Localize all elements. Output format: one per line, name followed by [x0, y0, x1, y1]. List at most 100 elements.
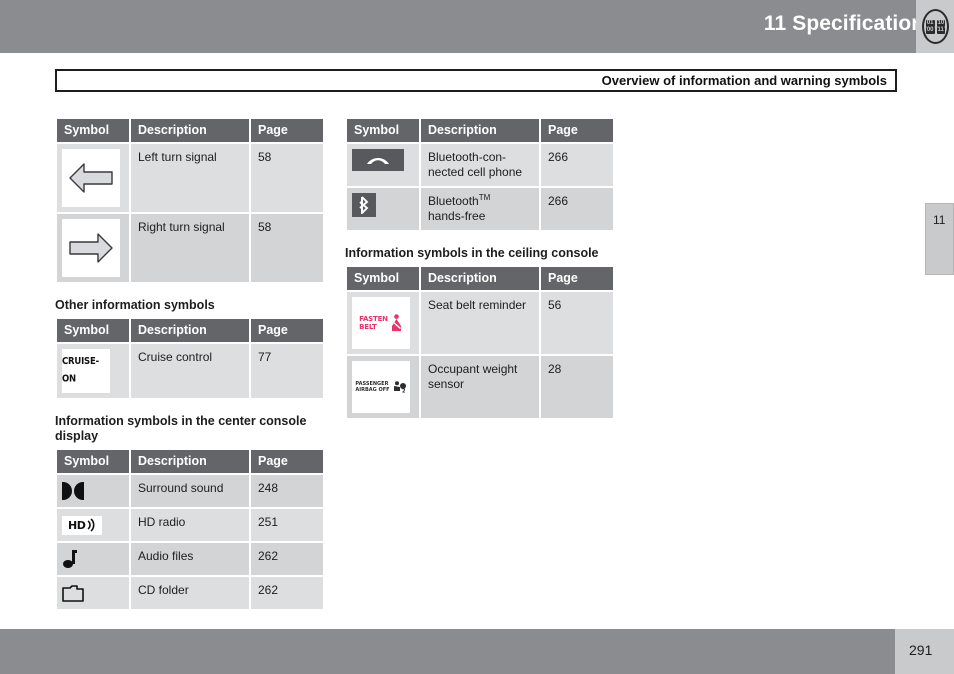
symbol-cell — [57, 144, 129, 212]
table-row: PASSENGER AIRBAG OFF 2 Occupant weight se… — [347, 356, 613, 418]
symbol-cell: HD — [57, 509, 129, 541]
col-header-description: Description — [131, 319, 249, 342]
description-cell: Audio files — [131, 543, 249, 575]
col-header-description: Description — [131, 119, 249, 142]
phone-handset-glyph — [367, 158, 389, 164]
symbol-cell — [57, 543, 129, 575]
description-cell: Left turn signal — [131, 144, 249, 212]
right-turn-arrow-icon — [62, 219, 120, 277]
airbag-label-line2: AIRBAG OFF — [355, 387, 390, 393]
ceiling-console-table: Symbol Description Page FASTEN BELT Seat… — [345, 265, 615, 420]
music-note-glyph — [63, 550, 77, 568]
col-header-symbol: Symbol — [57, 119, 129, 142]
table-row: CD folder 262 — [57, 577, 323, 609]
symbol-cell — [347, 188, 419, 230]
passenger-airbag-off-glyph: PASSENGER AIRBAG OFF 2 — [355, 381, 406, 393]
passenger-airbag-off-icon: PASSENGER AIRBAG OFF 2 — [352, 361, 410, 413]
page-cell: 28 — [541, 356, 613, 418]
radio-waves-glyph — [87, 518, 95, 532]
right-arrow-glyph — [69, 233, 113, 263]
col-header-symbol: Symbol — [57, 450, 129, 473]
folder-icon — [62, 582, 118, 604]
center-console-display-table: Symbol Description Page Surround sound 2… — [55, 448, 325, 611]
table-header-row: Symbol Description Page — [347, 267, 613, 290]
symbol-cell: PASSENGER AIRBAG OFF 2 — [347, 356, 419, 418]
symbol-cell — [57, 475, 129, 507]
col-header-page: Page — [251, 450, 323, 473]
page-number: 291 — [909, 642, 933, 658]
left-arrow-glyph — [69, 163, 113, 193]
description-cell: Seat belt reminder — [421, 292, 539, 354]
fasten-belt-label-line1: FASTEN — [359, 315, 388, 323]
description-line-2: nected cell phone — [428, 165, 523, 179]
description-cell: Occupant weight sensor — [421, 356, 539, 418]
table-row: Bluetooth-con-nected cell phone 266 — [347, 144, 613, 186]
page-cell: 58 — [251, 214, 323, 282]
cruise-on-icon: CRUISE-ON — [62, 349, 110, 393]
page-cell: 262 — [251, 577, 323, 609]
col-header-page: Page — [541, 267, 613, 290]
chapter-side-tab: 11 — [925, 203, 954, 275]
section-title-box: Overview of information and warning symb… — [55, 69, 897, 92]
fasten-belt-glyph: FASTEN BELT — [359, 314, 403, 332]
col-header-symbol: Symbol — [57, 319, 129, 342]
hd-radio-label: HD — [68, 518, 86, 532]
badge-cell-3: 00 — [925, 26, 935, 34]
badge-cell-1: 01 — [925, 19, 935, 27]
col-header-description: Description — [421, 119, 539, 142]
table-row: BluetoothTM hands-free 266 — [347, 188, 613, 230]
description-line-1: Bluetooth-con- — [428, 150, 507, 164]
table-row: CRUISE-ON Cruise control 77 — [57, 344, 323, 398]
description-cell: HD radio — [131, 509, 249, 541]
page-number-box: 291 — [895, 629, 954, 674]
phone-handset-icon — [352, 149, 404, 171]
symbol-cell: FASTEN BELT — [347, 292, 419, 354]
description-cell: Bluetooth-con-nected cell phone — [421, 144, 539, 186]
col-header-page: Page — [251, 319, 323, 342]
col-header-description: Description — [421, 267, 539, 290]
symbol-cell — [57, 577, 129, 609]
table-header-row: Symbol Description Page — [57, 119, 323, 142]
table-row: Surround sound 248 — [57, 475, 323, 507]
description-line-2: hands-free — [428, 209, 486, 223]
left-column: Symbol Description Page Left turn signal — [55, 117, 323, 611]
chapter-title: 11 Specifications — [763, 12, 936, 35]
description-cell: CD folder — [131, 577, 249, 609]
page-cell: 266 — [541, 144, 613, 186]
badge-cell-4: 11 — [936, 26, 946, 34]
left-turn-arrow-icon — [62, 149, 120, 207]
symbol-cell — [57, 214, 129, 282]
page-cell: 58 — [251, 144, 323, 212]
hd-radio-glyph: HD — [62, 515, 103, 535]
col-header-symbol: Symbol — [347, 267, 419, 290]
page-cell: 262 — [251, 543, 323, 575]
hd-radio-icon: HD — [62, 514, 118, 536]
bluetooth-glyph — [359, 196, 369, 214]
page-cell: 56 — [541, 292, 613, 354]
fasten-belt-label-line2: BELT — [359, 323, 377, 331]
folder-glyph — [62, 585, 84, 602]
table-row: FASTEN BELT Seat belt reminder 56 — [347, 292, 613, 354]
table-row: HD HD radio 251 — [57, 509, 323, 541]
fasten-belt-icon: FASTEN BELT — [352, 297, 410, 349]
description-cell: BluetoothTM hands-free — [421, 188, 539, 230]
badge-cell-2: 10 — [936, 19, 946, 27]
page-cell: 251 — [251, 509, 323, 541]
manual-page: 11 Specifications 01 10 00 11 Overview o… — [0, 0, 954, 674]
description-cell: Surround sound — [131, 475, 249, 507]
table-row: Left turn signal 58 — [57, 144, 323, 212]
trademark-mark: TM — [478, 193, 491, 202]
page-cell: 77 — [251, 344, 323, 398]
symbol-cell: CRUISE-ON — [57, 344, 129, 398]
music-note-icon — [62, 548, 118, 570]
col-header-page: Page — [251, 119, 323, 142]
fasten-belt-label: FASTEN BELT — [359, 315, 388, 331]
bluetooth-icon — [352, 193, 376, 217]
description-cell: Cruise control — [131, 344, 249, 398]
dolby-glyph — [62, 482, 84, 500]
description-cell: Right turn signal — [131, 214, 249, 282]
other-information-symbols-table: Symbol Description Page CRUISE-ON Cruise… — [55, 317, 325, 400]
chapter-badge-icon: 01 10 00 11 — [922, 9, 949, 44]
right-column: Symbol Description Page Bluetooth-con-ne… — [345, 117, 613, 420]
ceiling-console-heading: Information symbols in the ceiling conso… — [345, 246, 599, 260]
